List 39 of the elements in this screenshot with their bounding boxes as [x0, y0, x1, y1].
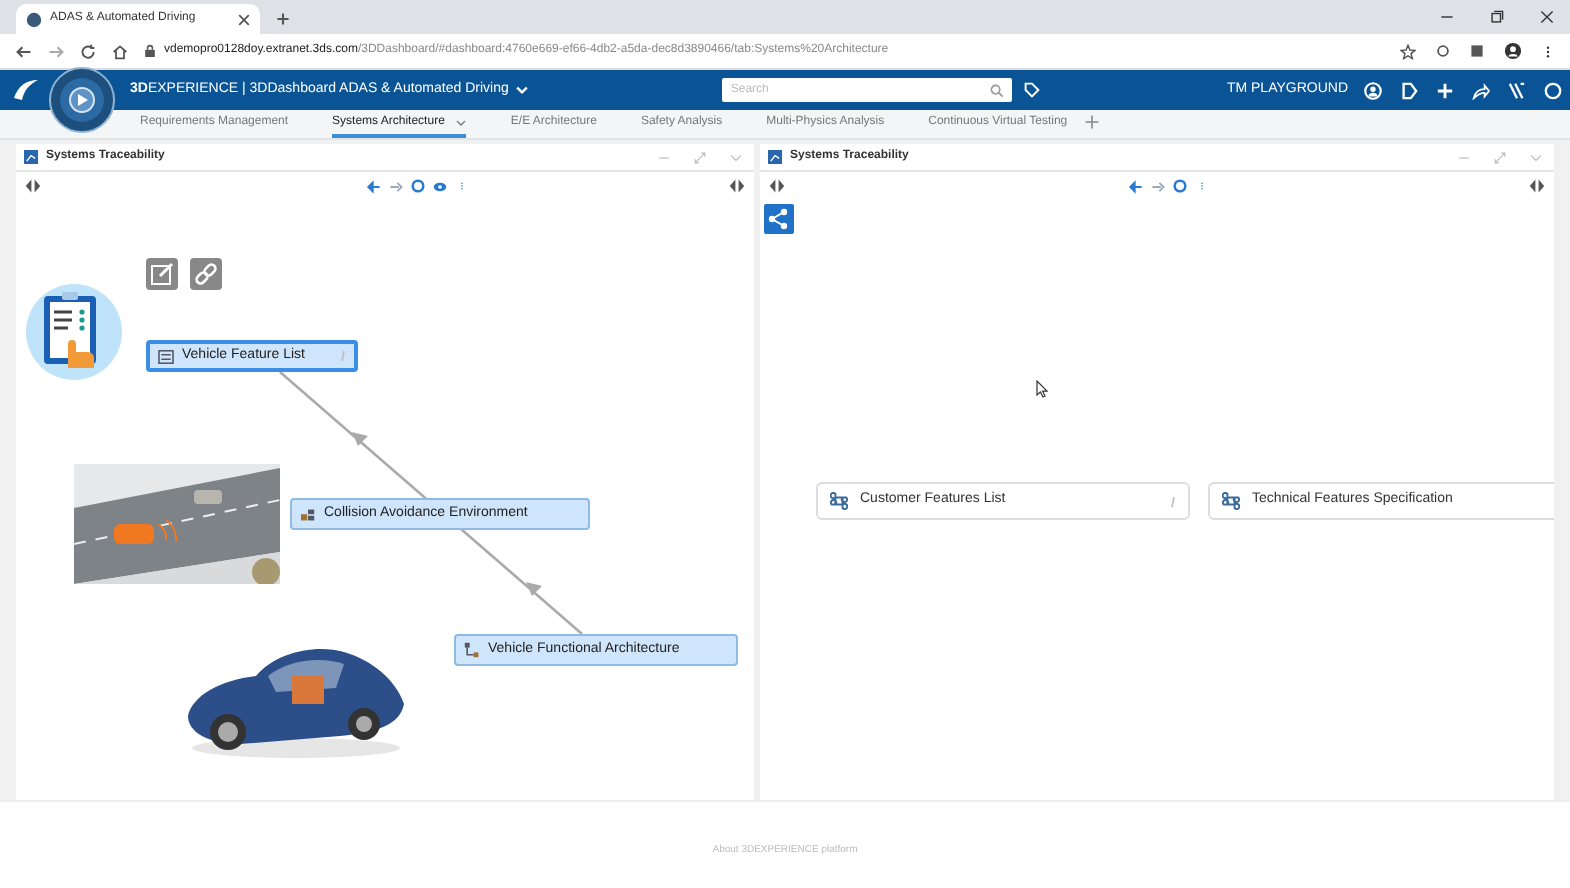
collapse-icon[interactable]: [768, 178, 786, 194]
widget-icon: [768, 150, 782, 164]
hierarchy-icon: [464, 642, 480, 658]
command-icon: [830, 492, 848, 510]
profile-icon[interactable]: [1504, 42, 1522, 60]
lock-icon: [144, 44, 156, 58]
clipboard-icon: [24, 280, 124, 384]
collapse-icon[interactable]: [24, 178, 42, 194]
tag-icon[interactable]: [1024, 82, 1041, 98]
cursor-icon: [1036, 380, 1048, 398]
close-icon[interactable]: [238, 13, 250, 25]
widget-icon: [24, 150, 38, 164]
refresh-icon[interactable]: [409, 178, 425, 194]
link-icon[interactable]: [190, 258, 222, 290]
menu-icon[interactable]: [1542, 43, 1554, 59]
back-icon[interactable]: [16, 43, 32, 59]
collapse-icon[interactable]: [1528, 178, 1546, 194]
user-icon[interactable]: [1364, 81, 1382, 99]
command-icon: [1222, 492, 1240, 510]
search-icon[interactable]: [990, 83, 1005, 97]
blocks-icon: [300, 507, 316, 521]
arrow-left-icon[interactable]: [365, 179, 381, 193]
chevron-down-icon[interactable]: [456, 117, 467, 127]
minimize-icon[interactable]: [1440, 10, 1454, 24]
arrow-left-icon[interactable]: [1128, 179, 1144, 193]
share-icon[interactable]: [1472, 81, 1490, 99]
collapse-icon[interactable]: [728, 178, 746, 194]
logo-icon[interactable]: [12, 78, 40, 102]
close-icon[interactable]: [1540, 10, 1554, 24]
reload-icon[interactable]: [80, 43, 96, 59]
edit-icon[interactable]: [146, 258, 178, 290]
home-icon[interactable]: [112, 43, 128, 59]
restore-icon[interactable]: [1490, 10, 1504, 24]
plus-icon[interactable]: [276, 12, 290, 26]
star-icon[interactable]: [1400, 43, 1416, 59]
share-icon[interactable]: [764, 204, 794, 234]
eye-icon[interactable]: [431, 179, 447, 193]
list-icon: [158, 349, 174, 363]
refresh-icon[interactable]: [1172, 178, 1188, 194]
